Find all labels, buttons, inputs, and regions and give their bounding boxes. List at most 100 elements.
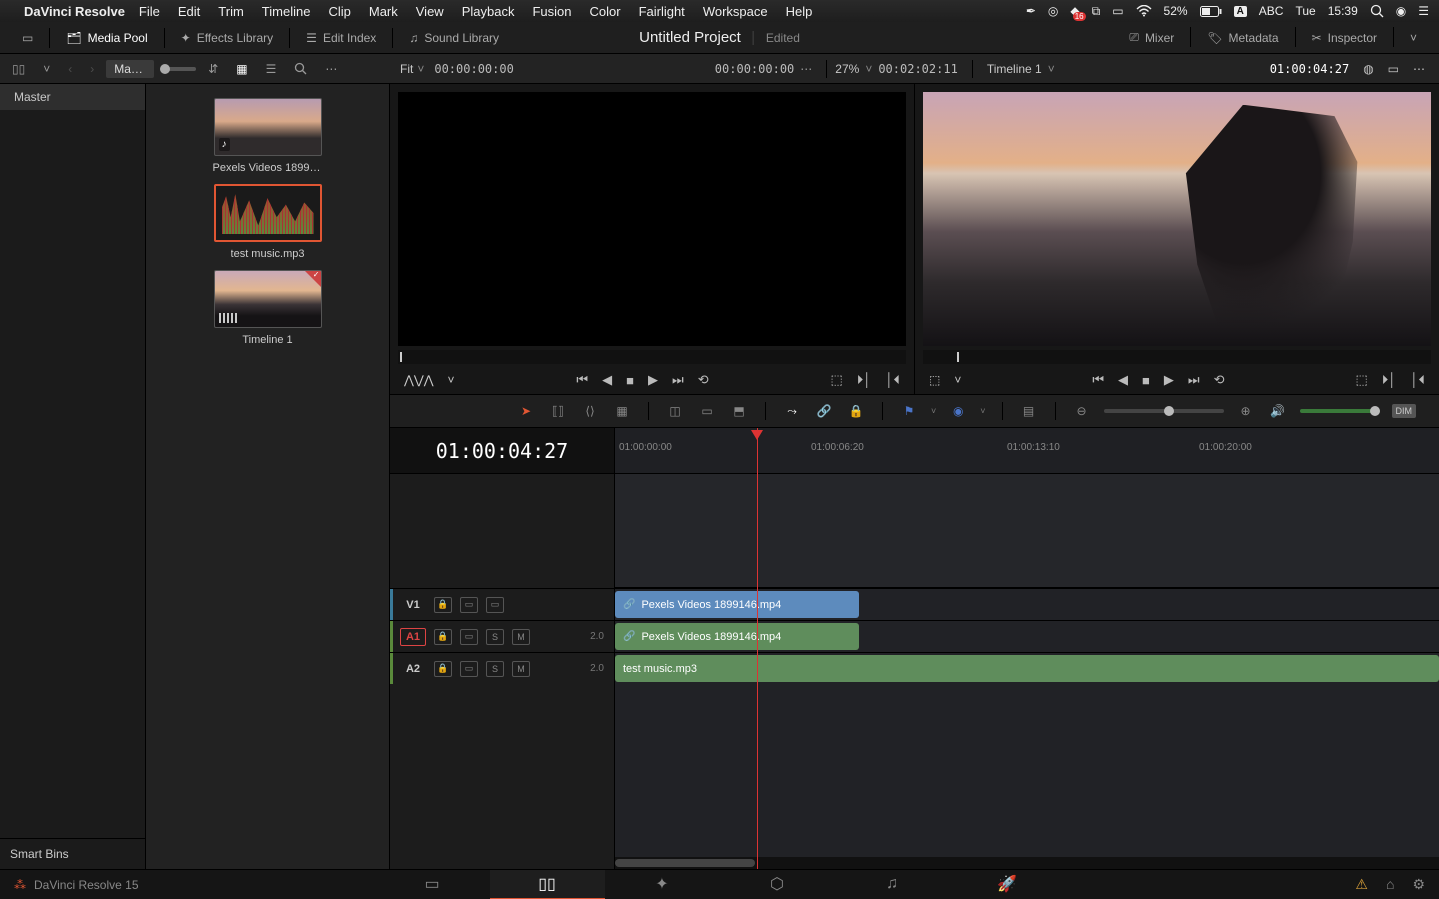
playhead-line[interactable] (757, 428, 758, 869)
trim-tool-icon[interactable]: ⟦⟧ (548, 404, 568, 418)
in-point-icon[interactable]: ⏵│ (857, 372, 872, 388)
quill-icon[interactable]: ✒︎ (1026, 4, 1036, 18)
waveform-icon[interactable]: ⋀⋁⋀ (404, 373, 434, 387)
edit-index-button[interactable]: ☰ Edit Index (294, 28, 388, 48)
chevron-down-icon[interactable]: ˅ (931, 406, 936, 416)
crop-icon[interactable]: ⬚ (929, 373, 940, 387)
link-icon[interactable]: 🔗 (814, 404, 834, 418)
input-source-icon[interactable]: A (1234, 6, 1247, 17)
spotlight-icon[interactable] (1370, 4, 1384, 18)
metadata-button[interactable]: 🏷 Metadata (1195, 27, 1290, 48)
menu-timeline[interactable]: Timeline (262, 4, 311, 19)
layout-options-icon[interactable]: ▤ (1019, 404, 1039, 418)
chevron-down-icon[interactable]: ˅ (37, 59, 56, 79)
list-view-icon[interactable]: ☰ (260, 59, 283, 79)
chevron-down-icon[interactable]: ˅ (1398, 27, 1429, 48)
timeline-tracks[interactable]: 01:00:00:00 01:00:06:20 01:00:13:10 01:0… (615, 428, 1439, 869)
wifi-icon[interactable] (1136, 5, 1152, 17)
menu-trim[interactable]: Trim (218, 4, 244, 19)
battery-icon[interactable] (1200, 6, 1222, 17)
nav-fwd-icon[interactable]: › (84, 59, 100, 79)
pointer-tool-icon[interactable]: ➤ (516, 404, 536, 418)
single-viewer-icon[interactable]: ▭ (1388, 62, 1399, 76)
home-icon[interactable]: ⌂ (1386, 876, 1394, 893)
viewer-zoom[interactable]: 27% (835, 62, 859, 76)
source-screen[interactable] (398, 92, 906, 346)
loop-icon[interactable]: ⟲ (698, 372, 709, 388)
settings-gear-icon[interactable]: ⚙ (1412, 876, 1425, 893)
in-point-icon[interactable]: ⏵│ (1382, 372, 1397, 388)
last-frame-icon[interactable]: ⏭ (1188, 372, 1200, 388)
timeline-ruler[interactable]: 01:00:00:00 01:00:06:20 01:00:13:10 01:0… (615, 428, 1439, 474)
lock-icon[interactable]: 🔒 (434, 661, 452, 677)
app-name[interactable]: DaVinci Resolve (24, 4, 125, 19)
layout-icon[interactable]: ▭ (10, 28, 45, 48)
media-pool-button[interactable]: 🗂 Media Pool (54, 28, 159, 48)
menu-playback[interactable]: Playback (462, 4, 515, 19)
clip-item[interactable]: test music.mp3 (213, 184, 323, 260)
match-frame-icon[interactable]: ⬚ (830, 372, 842, 388)
speaker-icon[interactable]: 🔊 (1268, 404, 1288, 418)
zoom-out-icon[interactable]: ⊖ (1072, 404, 1092, 418)
tab-color[interactable]: ⬡ (720, 870, 835, 899)
menu-fairlight[interactable]: Fairlight (639, 4, 685, 19)
tab-media[interactable]: ▭ (375, 870, 490, 899)
fit-dropdown[interactable]: Fit (400, 62, 413, 76)
chevron-down-icon[interactable]: ˅ (954, 373, 961, 387)
last-frame-icon[interactable]: ⏭ (672, 372, 684, 388)
auto-select-icon[interactable]: ▭ (460, 597, 478, 613)
loop-icon[interactable]: ⟲ (1214, 372, 1225, 388)
tab-fusion[interactable]: ✦ (605, 870, 720, 899)
menu-help[interactable]: Help (786, 4, 813, 19)
lock-icon[interactable]: 🔒 (846, 404, 866, 418)
tab-edit[interactable]: ▯▯ (490, 870, 605, 899)
bin-breadcrumb[interactable]: Mas... (106, 60, 154, 78)
solo-button[interactable]: S (486, 661, 504, 677)
search-icon[interactable] (288, 59, 313, 78)
timeline-name[interactable]: Timeline 1 (987, 62, 1042, 76)
tab-fairlight[interactable]: ♫ (835, 870, 950, 899)
audio-clip[interactable]: test music.mp3 (615, 655, 1439, 682)
audio-clip[interactable]: 🔗 Pexels Videos 1899146.mp4 (615, 623, 859, 650)
menu-workspace[interactable]: Workspace (703, 4, 768, 19)
chevron-down-icon[interactable]: ˅ (980, 406, 985, 416)
menu-view[interactable]: View (416, 4, 444, 19)
step-back-icon[interactable]: ◀ (602, 372, 612, 388)
play-icon[interactable]: ▶ (648, 372, 658, 388)
dynamic-trim-icon[interactable]: ⟨⟩ (580, 404, 600, 418)
play-icon[interactable]: ▶ (1164, 372, 1174, 388)
menu-edit[interactable]: Edit (178, 4, 200, 19)
mixer-button[interactable]: ⎚ Mixer (1117, 27, 1186, 48)
nav-back-icon[interactable]: ‹ (62, 59, 78, 79)
grid-view-icon[interactable]: ▦ (230, 59, 253, 79)
lock-icon[interactable]: 🔒 (434, 629, 452, 645)
mute-button[interactable]: M (512, 629, 530, 645)
clip-item[interactable]: ✓ Timeline 1 (213, 270, 323, 346)
snap-icon[interactable]: ⤳ (782, 404, 802, 419)
menu-file[interactable]: File (139, 4, 160, 19)
volume-slider[interactable] (1300, 409, 1380, 413)
track-v1-lane[interactable]: 🔗 Pexels Videos 1899146.mp4 (615, 588, 1439, 620)
dropbox-icon[interactable]: ⧉ (1092, 4, 1101, 19)
program-screen[interactable] (923, 92, 1431, 346)
notification-icon[interactable]: ◆ (1070, 4, 1079, 18)
chevron-down-icon[interactable]: ˅ (448, 373, 455, 387)
first-frame-icon[interactable]: ⏮ (576, 372, 588, 388)
match-frame-icon[interactable]: ⬚ (1355, 372, 1367, 388)
blade-tool-icon[interactable]: ▦ (612, 404, 632, 418)
track-a1-lane[interactable]: 🔗 Pexels Videos 1899146.mp4 (615, 620, 1439, 652)
scope-icon[interactable]: ◍ (1363, 62, 1373, 76)
out-point-icon[interactable]: │⏴ (1410, 372, 1425, 388)
chevron-down-icon[interactable]: ˅ (865, 62, 872, 76)
stop-icon[interactable]: ■ (1142, 373, 1150, 388)
effects-library-button[interactable]: ✦ Effects Library (169, 28, 286, 48)
timeline-timecode-box[interactable]: 01:00:04:27 (390, 428, 614, 474)
solo-button[interactable]: S (486, 629, 504, 645)
track-header-a2[interactable]: A2 🔒 ▭ S M 2.0 (390, 652, 614, 684)
zoom-slider[interactable] (1104, 409, 1224, 413)
step-back-icon[interactable]: ◀ (1118, 372, 1128, 388)
menu-extra-icon[interactable]: ☰ (1418, 4, 1429, 18)
auto-select-icon[interactable]: ▭ (460, 629, 478, 645)
marker-icon[interactable]: ◉ (948, 404, 968, 418)
bin-master[interactable]: Master (0, 84, 145, 110)
